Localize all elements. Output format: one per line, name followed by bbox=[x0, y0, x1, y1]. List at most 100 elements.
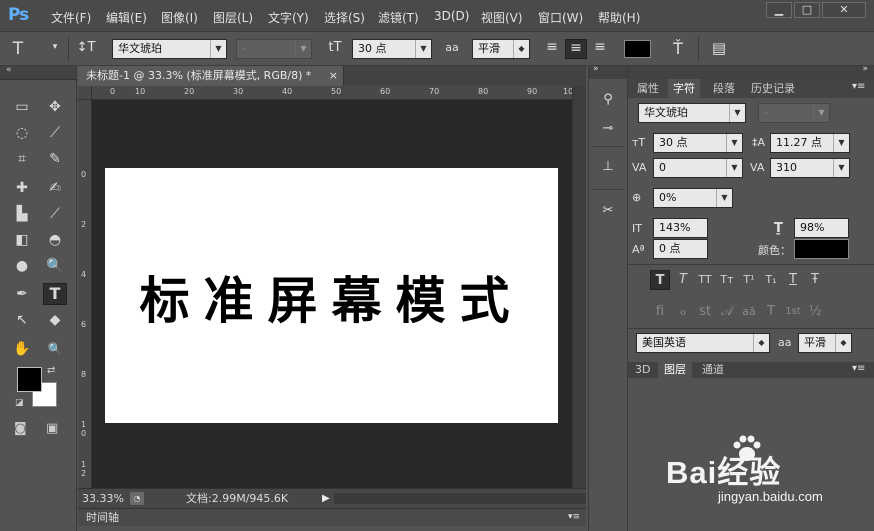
discretionary-ligatures-button[interactable]: ℴ bbox=[673, 302, 693, 322]
tab-paragraph[interactable]: 段落 bbox=[708, 79, 740, 98]
close-tab-icon[interactable]: × bbox=[329, 66, 338, 86]
panel-dock-header[interactable]: » bbox=[589, 64, 627, 79]
underline-button[interactable]: T bbox=[783, 270, 803, 290]
menu-3d[interactable]: 3D(D) bbox=[434, 9, 469, 23]
collapse-icon[interactable]: « bbox=[6, 65, 12, 75]
tab-3d[interactable]: 3D bbox=[628, 362, 657, 378]
font-style-select[interactable]: - ▼ bbox=[236, 39, 312, 59]
timeline-tab[interactable]: 时间轴 bbox=[86, 509, 119, 526]
char-font-family-select[interactable]: 华文琥珀 ▼ bbox=[638, 103, 746, 123]
close-button[interactable]: ✕ bbox=[822, 2, 866, 18]
brush-presets-icon[interactable]: ⚲ bbox=[597, 92, 619, 107]
menu-window[interactable]: 窗口(W) bbox=[538, 9, 583, 26]
brush-tool-icon[interactable]: ✍ bbox=[43, 177, 67, 199]
vertical-scrollbar[interactable] bbox=[572, 86, 586, 488]
toolbox-header[interactable]: « bbox=[0, 65, 77, 80]
path-selection-tool-icon[interactable]: ↖ bbox=[10, 309, 34, 331]
healing-brush-tool-icon[interactable]: ✚ bbox=[10, 177, 34, 199]
type-tool-icon[interactable]: T bbox=[43, 283, 67, 305]
baseline-shift-input[interactable]: 0 点 bbox=[653, 239, 708, 259]
menu-view[interactable]: 视图(V) bbox=[481, 9, 523, 26]
screen-mode-icon[interactable]: ▣ bbox=[46, 421, 58, 436]
document-tab[interactable]: 未标题-1 @ 33.3% (标准屏幕模式, RGB/8) * × bbox=[78, 66, 344, 86]
panel-menu-icon[interactable]: ▾≡ bbox=[852, 81, 865, 92]
horizontal-scrollbar[interactable] bbox=[334, 493, 586, 504]
document-canvas[interactable]: 标准屏幕模式 bbox=[105, 168, 558, 423]
pen-tool-icon[interactable]: ✒ bbox=[10, 283, 34, 305]
leading-select[interactable]: 11.27 点 ▼ bbox=[770, 133, 850, 153]
status-menu-arrow-icon[interactable]: ▶ bbox=[322, 490, 330, 508]
tracking-select[interactable]: 310 ▼ bbox=[770, 158, 850, 178]
maximize-button[interactable]: □ bbox=[794, 2, 820, 18]
align-right-icon[interactable]: ≡ bbox=[589, 39, 611, 59]
text-color-swatch[interactable] bbox=[624, 40, 651, 58]
eyedropper-tool-icon[interactable]: ✎ bbox=[43, 148, 67, 170]
tab-character[interactable]: 字符 bbox=[668, 79, 700, 98]
menu-layer[interactable]: 图层(L) bbox=[213, 9, 253, 26]
char-font-size-select[interactable]: 30 点 ▼ bbox=[653, 133, 743, 153]
menu-filter[interactable]: 滤镜(T) bbox=[378, 9, 419, 26]
history-brush-tool-icon[interactable]: ⟋ bbox=[43, 203, 67, 225]
small-caps-button[interactable]: Tт bbox=[717, 270, 737, 290]
share-icon[interactable]: ◔ bbox=[130, 492, 144, 505]
tool-presets-icon[interactable]: ✂ bbox=[597, 203, 619, 218]
tab-history[interactable]: 历史记录 bbox=[746, 79, 800, 98]
font-family-select[interactable]: 华文琥珀 ▼ bbox=[112, 39, 227, 59]
ordinals-button[interactable]: 1st bbox=[783, 302, 803, 322]
marquee-tool-icon[interactable]: ▭ bbox=[10, 96, 34, 118]
swap-colors-icon[interactable]: ⇄ bbox=[47, 365, 55, 376]
clone-stamp-tool-icon[interactable]: ▙ bbox=[10, 203, 34, 225]
crop-tool-icon[interactable]: ⌗ bbox=[10, 148, 34, 170]
default-colors-icon[interactable]: ◪ bbox=[15, 398, 24, 408]
dodge-tool-icon[interactable]: 🔍 bbox=[43, 255, 67, 277]
tab-properties[interactable]: 属性 bbox=[632, 79, 664, 98]
quick-mask-icon[interactable]: ◙ bbox=[14, 421, 27, 436]
vertical-scale-input[interactable]: 143% bbox=[653, 218, 708, 238]
faux-bold-button[interactable]: T bbox=[650, 270, 670, 290]
eraser-tool-icon[interactable]: ◧ bbox=[10, 229, 34, 251]
type-tool-icon[interactable]: T bbox=[8, 39, 28, 59]
clone-source-icon[interactable]: ⊥ bbox=[597, 159, 619, 174]
panel-menu-icon[interactable]: ▾≡ bbox=[568, 509, 580, 526]
blur-tool-icon[interactable]: ● bbox=[10, 255, 34, 277]
fractions-button[interactable]: ½ bbox=[805, 302, 825, 322]
superscript-button[interactable]: T¹ bbox=[739, 270, 759, 290]
move-tool-icon[interactable]: ✥ bbox=[43, 96, 67, 118]
subscript-button[interactable]: T₁ bbox=[761, 270, 781, 290]
tool-preset-dropdown[interactable]: ▾ bbox=[50, 42, 60, 52]
zoom-tool-icon[interactable]: 🔍 bbox=[43, 338, 67, 360]
toggle-orientation-icon[interactable]: ↕T bbox=[74, 40, 98, 55]
swash-button[interactable]: 𝒜 bbox=[717, 302, 737, 322]
antialias-select[interactable]: 平滑 ◆ bbox=[472, 39, 530, 59]
zoom-level[interactable]: 33.33% bbox=[82, 490, 124, 508]
titling-alternates-button[interactable]: T bbox=[761, 302, 781, 322]
menu-select[interactable]: 选择(S) bbox=[324, 9, 365, 26]
menu-type[interactable]: 文字(Y) bbox=[268, 9, 309, 26]
hand-tool-icon[interactable]: ✋ bbox=[10, 338, 34, 360]
character-panel-toggle-icon[interactable]: ▤ bbox=[708, 39, 730, 57]
panel-dock-header[interactable]: » bbox=[628, 64, 874, 79]
foreground-color-swatch[interactable] bbox=[17, 367, 42, 392]
kerning-select[interactable]: 0 ▼ bbox=[653, 158, 743, 178]
horizontal-scale-input[interactable]: 98% bbox=[794, 218, 849, 238]
font-size-select[interactable]: 30 点 ▼ bbox=[352, 39, 432, 59]
lasso-tool-icon[interactable]: ◌ bbox=[10, 122, 34, 144]
tab-channels[interactable]: 通道 bbox=[696, 362, 730, 378]
warp-text-icon[interactable]: Ť bbox=[668, 39, 688, 58]
all-caps-button[interactable]: TT bbox=[695, 270, 715, 290]
character-color-swatch[interactable] bbox=[794, 239, 849, 259]
custom-shape-tool-icon[interactable]: ◆ bbox=[43, 309, 67, 331]
char-font-style-select[interactable]: - ▼ bbox=[758, 103, 830, 123]
stylistic-alternates-button[interactable]: aā bbox=[739, 302, 759, 322]
tsume-select[interactable]: 0% ▼ bbox=[653, 188, 733, 208]
brush-panel-icon[interactable]: ⊸ bbox=[597, 121, 619, 136]
strikethrough-button[interactable]: Ŧ bbox=[805, 270, 825, 290]
panel-menu-icon[interactable]: ▾≡ bbox=[852, 363, 865, 374]
align-left-icon[interactable]: ≡ bbox=[541, 39, 563, 59]
quick-selection-tool-icon[interactable]: ⟋ bbox=[43, 122, 67, 144]
menu-help[interactable]: 帮助(H) bbox=[598, 9, 640, 26]
ruler-origin[interactable] bbox=[78, 86, 92, 100]
tab-layers[interactable]: 图层 bbox=[658, 362, 692, 378]
paint-bucket-tool-icon[interactable]: ◓ bbox=[43, 229, 67, 251]
menu-file[interactable]: 文件(F) bbox=[51, 9, 91, 26]
